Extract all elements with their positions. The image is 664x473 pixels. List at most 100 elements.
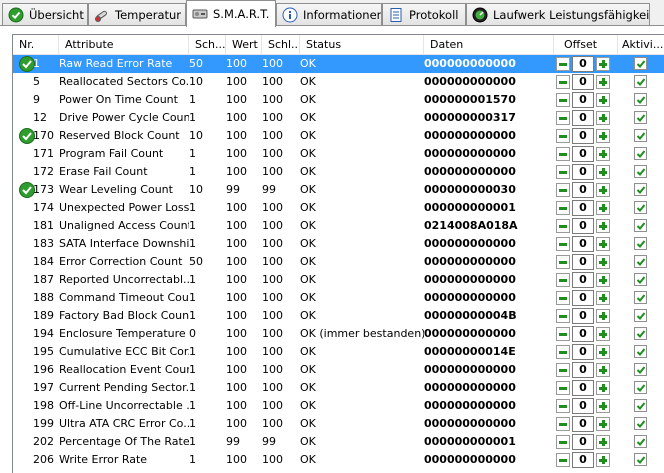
enabled-checkbox[interactable] bbox=[634, 129, 647, 142]
offset-increment-button[interactable] bbox=[596, 255, 610, 269]
tab-informationen[interactable]: Informationen bbox=[276, 3, 382, 25]
table-row[interactable]: 9 Power On Time Count 1 100 100 OK 00000000157… bbox=[13, 91, 664, 109]
offset-decrement-button[interactable] bbox=[556, 309, 570, 323]
table-row[interactable]: 197 Current Pending Sector... 1 100 100 OK 000… bbox=[13, 379, 664, 397]
column-header-nr[interactable]: Nr. bbox=[13, 35, 59, 55]
offset-value-field[interactable]: 0 bbox=[572, 236, 594, 252]
table-row[interactable]: 198 Off-Line Uncorrectable ... 1 100 100 OK 00… bbox=[13, 397, 664, 415]
offset-decrement-button[interactable] bbox=[556, 363, 570, 377]
offset-decrement-button[interactable] bbox=[556, 327, 570, 341]
offset-value-field[interactable]: 0 bbox=[572, 434, 594, 450]
offset-decrement-button[interactable] bbox=[556, 345, 570, 359]
offset-value-field[interactable]: 0 bbox=[572, 272, 594, 288]
offset-value-field[interactable]: 0 bbox=[572, 146, 594, 162]
offset-value-field[interactable]: 0 bbox=[572, 74, 594, 90]
offset-increment-button[interactable] bbox=[596, 381, 610, 395]
offset-increment-button[interactable] bbox=[596, 399, 610, 413]
enabled-checkbox[interactable] bbox=[634, 453, 647, 466]
table-row[interactable]: 202 Percentage Of The Rate... 1 99 99 OK 00000… bbox=[13, 433, 664, 451]
offset-increment-button[interactable] bbox=[596, 75, 610, 89]
offset-value-field[interactable]: 0 bbox=[572, 416, 594, 432]
offset-decrement-button[interactable] bbox=[556, 381, 570, 395]
offset-decrement-button[interactable] bbox=[556, 165, 570, 179]
table-row[interactable]: 181 Unaligned Access Count 1 100 100 OK 021400… bbox=[13, 217, 664, 235]
offset-increment-button[interactable] bbox=[596, 129, 610, 143]
table-row[interactable]: 199 Ultra ATA CRC Error Co... 1 100 100 OK 000… bbox=[13, 415, 664, 433]
column-header-wert[interactable]: Wert bbox=[226, 35, 262, 55]
offset-increment-button[interactable] bbox=[596, 435, 610, 449]
enabled-checkbox[interactable] bbox=[634, 75, 647, 88]
table-row[interactable]: 170 Reserved Block Count 10 100 100 OK 0000000… bbox=[13, 127, 664, 145]
enabled-checkbox[interactable] bbox=[634, 201, 647, 214]
offset-increment-button[interactable] bbox=[596, 93, 610, 107]
table-row[interactable]: 194 Enclosure Temperature 0 100 100 OK (immer… bbox=[13, 325, 664, 343]
offset-decrement-button[interactable] bbox=[556, 291, 570, 305]
offset-increment-button[interactable] bbox=[596, 219, 610, 233]
offset-value-field[interactable]: 0 bbox=[572, 308, 594, 324]
offset-value-field[interactable]: 0 bbox=[572, 182, 594, 198]
table-row[interactable]: 172 Erase Fail Count 1 100 100 OK 000000000000… bbox=[13, 163, 664, 181]
offset-increment-button[interactable] bbox=[596, 363, 610, 377]
offset-decrement-button[interactable] bbox=[556, 435, 570, 449]
column-header-schlechtester[interactable]: Schl... bbox=[262, 35, 300, 55]
column-header-offset[interactable]: Offset bbox=[554, 35, 618, 55]
offset-decrement-button[interactable] bbox=[556, 111, 570, 125]
offset-value-field[interactable]: 0 bbox=[572, 110, 594, 126]
offset-increment-button[interactable] bbox=[596, 327, 610, 341]
enabled-checkbox[interactable] bbox=[634, 435, 647, 448]
enabled-checkbox[interactable] bbox=[634, 363, 647, 376]
offset-increment-button[interactable] bbox=[596, 57, 610, 71]
enabled-checkbox[interactable] bbox=[634, 327, 647, 340]
enabled-checkbox[interactable] bbox=[634, 309, 647, 322]
table-row[interactable]: 189 Factory Bad Block Count 1 100 100 OK 00000… bbox=[13, 307, 664, 325]
tab-uebersicht[interactable]: Übersicht bbox=[2, 3, 88, 25]
enabled-checkbox[interactable] bbox=[634, 291, 647, 304]
table-row[interactable]: 195 Cumulative ECC Bit Cor... 1 100 100 OK 000… bbox=[13, 343, 664, 361]
offset-value-field[interactable]: 0 bbox=[572, 344, 594, 360]
offset-increment-button[interactable] bbox=[596, 111, 610, 125]
offset-decrement-button[interactable] bbox=[556, 57, 570, 71]
column-header-status[interactable]: Status bbox=[300, 35, 424, 55]
offset-decrement-button[interactable] bbox=[556, 219, 570, 233]
table-row[interactable]: 1 Raw Read Error Rate 50 100 100 OK 0000000000… bbox=[13, 55, 664, 73]
table-row[interactable]: 188 Command Timeout Cou... 1 100 100 OK 000000… bbox=[13, 289, 664, 307]
column-header-aktiviert[interactable]: Aktivi... bbox=[618, 35, 664, 55]
enabled-checkbox[interactable] bbox=[634, 381, 647, 394]
offset-increment-button[interactable] bbox=[596, 273, 610, 287]
table-row[interactable]: 183 SATA Interface Downshift 1 100 100 OK 0000… bbox=[13, 235, 664, 253]
offset-decrement-button[interactable] bbox=[556, 453, 570, 467]
offset-decrement-button[interactable] bbox=[556, 417, 570, 431]
tab-laufwerk-leistungsfaehigkeit[interactable]: Laufwerk Leistungsfähigkeit bbox=[466, 3, 650, 25]
offset-value-field[interactable]: 0 bbox=[572, 452, 594, 468]
offset-decrement-button[interactable] bbox=[556, 201, 570, 215]
offset-value-field[interactable]: 0 bbox=[572, 200, 594, 216]
tab-temperatur[interactable]: Temperatur bbox=[88, 3, 186, 25]
offset-decrement-button[interactable] bbox=[556, 273, 570, 287]
enabled-checkbox[interactable] bbox=[634, 111, 647, 124]
offset-increment-button[interactable] bbox=[596, 237, 610, 251]
smart-attribute-list[interactable]: Nr. Attribute Sch... Wert Schl... Status… bbox=[12, 34, 664, 473]
enabled-checkbox[interactable] bbox=[634, 255, 647, 268]
offset-decrement-button[interactable] bbox=[556, 237, 570, 251]
offset-value-field[interactable]: 0 bbox=[572, 164, 594, 180]
offset-decrement-button[interactable] bbox=[556, 183, 570, 197]
enabled-checkbox[interactable] bbox=[634, 399, 647, 412]
offset-value-field[interactable]: 0 bbox=[572, 398, 594, 414]
table-row[interactable]: 5 Reallocated Sectors Co... 10 100 100 OK 0000… bbox=[13, 73, 664, 91]
enabled-checkbox[interactable] bbox=[634, 93, 647, 106]
offset-increment-button[interactable] bbox=[596, 345, 610, 359]
offset-increment-button[interactable] bbox=[596, 291, 610, 305]
offset-decrement-button[interactable] bbox=[556, 129, 570, 143]
offset-value-field[interactable]: 0 bbox=[572, 380, 594, 396]
table-row[interactable]: 187 Reported Uncorrectabl... 1 100 100 OK 0000… bbox=[13, 271, 664, 289]
offset-increment-button[interactable] bbox=[596, 201, 610, 215]
offset-increment-button[interactable] bbox=[596, 147, 610, 161]
enabled-checkbox[interactable] bbox=[634, 147, 647, 160]
enabled-checkbox[interactable] bbox=[634, 345, 647, 358]
offset-decrement-button[interactable] bbox=[556, 399, 570, 413]
table-row[interactable]: 184 Error Correction Count 50 100 100 OK 00000… bbox=[13, 253, 664, 271]
enabled-checkbox[interactable] bbox=[634, 57, 647, 70]
offset-value-field[interactable]: 0 bbox=[572, 56, 594, 72]
offset-increment-button[interactable] bbox=[596, 453, 610, 467]
table-row[interactable]: 206 Write Error Rate 1 100 100 OK 000000000000… bbox=[13, 451, 664, 469]
